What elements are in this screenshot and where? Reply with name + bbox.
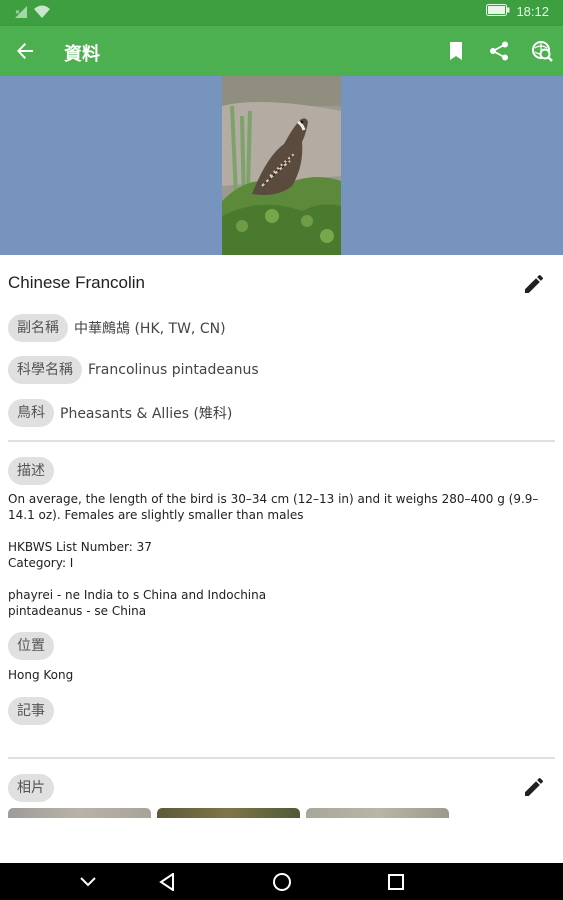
scientific-name-value: Francolinus pintadeanus	[88, 362, 259, 378]
divider	[8, 440, 555, 442]
chevron-down-icon[interactable]	[75, 869, 101, 895]
divider	[8, 757, 555, 759]
bookmark-icon[interactable]	[443, 38, 469, 64]
alias-value: 中華鷓鴣 (HK, TW, CN)	[74, 321, 226, 337]
navigation-bar	[0, 863, 563, 900]
edit-photos-icon[interactable]	[523, 776, 545, 798]
back-triangle-icon[interactable]	[154, 869, 180, 895]
photo-thumbnail[interactable]	[306, 808, 449, 818]
edit-icon[interactable]	[523, 273, 545, 295]
share-icon[interactable]	[486, 38, 512, 64]
battery-icon	[486, 4, 510, 19]
chip-scientific-name[interactable]: 科學名稱	[8, 356, 82, 384]
description-line: HKBWS List Number: 37	[8, 540, 152, 554]
description-text: On average, the length of the bird is 30…	[8, 491, 555, 619]
detail-row-alias: 副名稱 中華鷓鴣 (HK, TW, CN)	[8, 314, 226, 342]
detail-row-scientific-name: 科學名稱 Francolinus pintadeanus	[8, 356, 259, 384]
recents-square-icon[interactable]	[383, 869, 409, 895]
chip-notes[interactable]: 記事	[8, 697, 54, 725]
status-bar: ✕ 18:12	[0, 0, 563, 26]
description-line: 14.1 oz). Females are slightly smaller t…	[8, 508, 304, 522]
chip-photos[interactable]: 相片	[8, 774, 54, 802]
hero-background	[0, 76, 563, 255]
status-time: 18:12	[516, 4, 549, 19]
description-line	[8, 523, 555, 539]
page-title: 資料	[64, 44, 100, 65]
photo-thumbnail[interactable]	[157, 808, 300, 818]
home-circle-icon[interactable]	[269, 869, 295, 895]
description-line: Category: I	[8, 556, 74, 570]
chip-location[interactable]: 位置	[8, 632, 54, 660]
back-arrow-icon[interactable]	[12, 38, 38, 64]
photo-thumbnails	[8, 808, 449, 818]
family-value: Pheasants & Allies (雉科)	[60, 406, 233, 422]
description-line: phayrei - ne India to s China and Indoch…	[8, 588, 267, 602]
svg-text:✕: ✕	[15, 9, 20, 16]
description-line	[8, 571, 555, 587]
description-line: pintadeanus - se China	[8, 604, 147, 618]
chip-alias[interactable]: 副名稱	[8, 314, 68, 342]
location-value: Hong Kong	[8, 668, 74, 682]
sim-signal-icon: ✕	[14, 5, 30, 24]
status-icons-left: ✕	[14, 5, 50, 24]
search-web-icon[interactable]	[529, 38, 555, 64]
detail-row-family: 鳥科 Pheasants & Allies (雉科)	[8, 399, 232, 427]
chip-description[interactable]: 描述	[8, 457, 54, 485]
description-line: On average, the length of the bird is 30…	[8, 492, 539, 506]
status-icons-right: 18:12	[486, 4, 549, 19]
bird-name: Chinese Francolin	[8, 273, 146, 292]
photo-thumbnail[interactable]	[8, 808, 151, 818]
app-bar: 資料	[0, 26, 563, 76]
wifi-icon	[34, 5, 50, 24]
bird-photo[interactable]	[222, 76, 341, 255]
chip-family[interactable]: 鳥科	[8, 399, 54, 427]
